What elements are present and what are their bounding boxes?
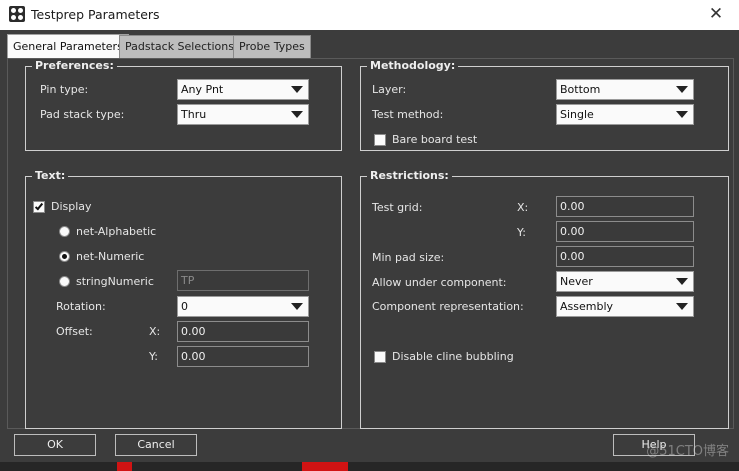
rotation-select[interactable]: 0: [177, 296, 309, 317]
component-representation-value: Assembly: [560, 300, 614, 313]
net-numeric-radio[interactable]: [59, 251, 70, 262]
pad-stack-type-value: Thru: [181, 108, 207, 121]
net-numeric-label: net-Numeric: [76, 250, 145, 263]
allow-under-component-value: Never: [560, 275, 593, 288]
display-checkbox[interactable]: [33, 201, 45, 213]
min-pad-size-label: Min pad size:: [372, 251, 445, 264]
test-grid-y-label: Y:: [517, 226, 526, 239]
ok-button[interactable]: OK: [14, 434, 96, 456]
tab-general-parameters[interactable]: General Parameters: [7, 34, 129, 60]
disable-cline-bubbling-checkbox[interactable]: [374, 351, 386, 363]
test-method-value: Single: [560, 108, 594, 121]
chevron-down-icon: [291, 86, 303, 93]
pin-type-value: Any Pnt: [181, 83, 224, 96]
display-label: Display: [51, 200, 92, 213]
pin-type-select[interactable]: Any Pnt: [177, 79, 309, 100]
tab-padstack-selections[interactable]: Padstack Selections: [119, 35, 240, 59]
test-grid-x-label: X:: [517, 201, 529, 214]
test-grid-x-field[interactable]: 0.00: [556, 196, 694, 217]
title-bar: Testprep Parameters ✕: [0, 0, 739, 30]
component-representation-label: Component representation:: [372, 300, 524, 313]
rotation-label: Rotation:: [56, 300, 106, 313]
test-grid-y-field[interactable]: 0.00: [556, 221, 694, 242]
rotation-value: 0: [181, 300, 188, 313]
component-representation-select[interactable]: Assembly: [556, 296, 694, 317]
string-value-field[interactable]: TP: [177, 270, 309, 291]
restrictions-title: Restrictions:: [367, 169, 452, 183]
offset-x-field[interactable]: 0.00: [177, 321, 309, 342]
offset-x-label: X:: [149, 325, 161, 338]
test-method-select[interactable]: Single: [556, 104, 694, 125]
preferences-title: Preferences:: [32, 59, 117, 73]
radio-selected-dot: [62, 254, 67, 259]
bare-board-test-label: Bare board test: [392, 133, 478, 146]
chevron-down-icon: [676, 111, 688, 118]
methodology-title: Methodology:: [367, 59, 459, 73]
pad-stack-type-label: Pad stack type:: [40, 108, 125, 121]
string-numeric-radio[interactable]: [59, 276, 70, 287]
layer-value: Bottom: [560, 83, 601, 96]
chevron-down-icon: [676, 86, 688, 93]
min-pad-size-field[interactable]: 0.00: [556, 246, 694, 267]
cancel-button[interactable]: Cancel: [115, 434, 197, 456]
taskbar-strip: [0, 462, 739, 471]
layer-label: Layer:: [372, 83, 407, 96]
layer-select[interactable]: Bottom: [556, 79, 694, 100]
chevron-down-icon: [291, 111, 303, 118]
window-title: Testprep Parameters: [31, 7, 160, 22]
text-title: Text:: [32, 169, 69, 183]
pad-stack-type-select[interactable]: Thru: [177, 104, 309, 125]
chevron-down-icon: [676, 303, 688, 310]
offset-y-label: Y:: [149, 350, 158, 363]
checkmark-icon: [34, 201, 44, 211]
close-icon[interactable]: ✕: [693, 0, 739, 30]
test-grid-label: Test grid:: [372, 201, 423, 214]
watermark: @51CTO博客: [646, 444, 729, 459]
test-method-label: Test method:: [372, 108, 444, 121]
net-alphabetic-radio[interactable]: [59, 226, 70, 237]
chevron-down-icon: [291, 303, 303, 310]
string-numeric-label: stringNumeric: [76, 275, 154, 288]
offset-label: Offset:: [56, 325, 93, 338]
disable-cline-bubbling-label: Disable cline bubbling: [392, 350, 514, 363]
chevron-down-icon: [676, 278, 688, 285]
tab-probe-types[interactable]: Probe Types: [233, 35, 311, 59]
offset-y-field[interactable]: 0.00: [177, 346, 309, 367]
net-alphabetic-label: net-Alphabetic: [76, 225, 157, 238]
allow-under-component-select[interactable]: Never: [556, 271, 694, 292]
bare-board-test-checkbox[interactable]: [374, 134, 386, 146]
pin-type-label: Pin type:: [40, 83, 89, 96]
allow-under-component-label: Allow under component:: [372, 276, 507, 289]
app-icon: [9, 6, 25, 22]
